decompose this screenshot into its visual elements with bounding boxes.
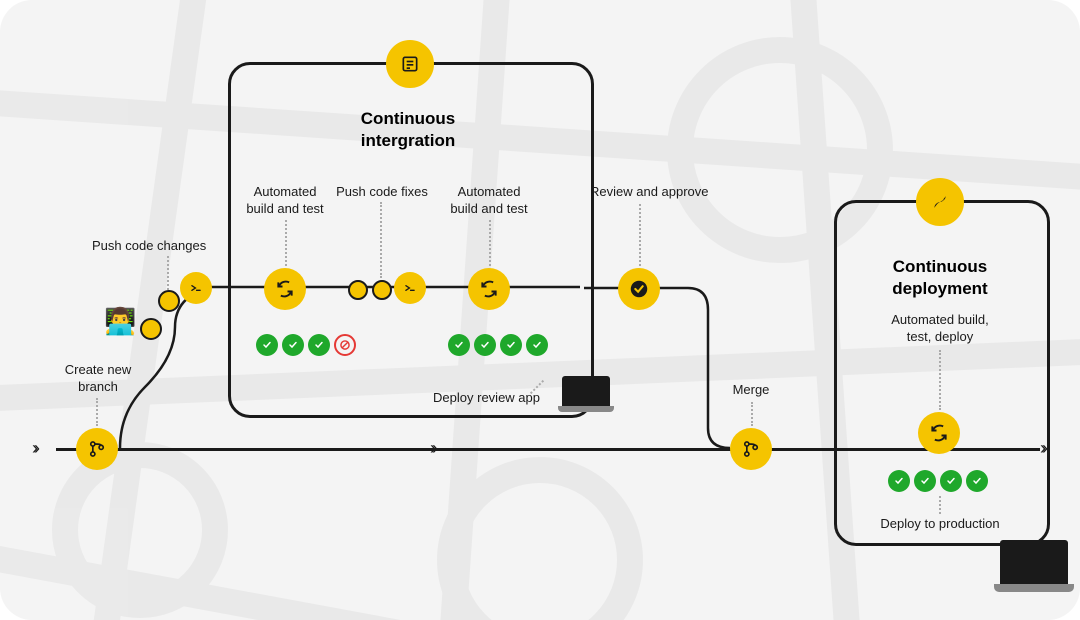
dotted-branch [96,398,98,426]
review-label: Review and approve [590,184,720,201]
create-branch-node [76,428,118,470]
ci-checks-1 [256,334,356,356]
dotted-build2 [489,220,491,266]
push-node [180,272,212,304]
ci-build-1-node [264,268,306,310]
merge-node [730,428,772,470]
merge-label: Merge [726,382,776,399]
dotted-deploy-prod [939,496,941,514]
fix-node-2 [372,280,392,300]
fix-node-1 [348,280,368,300]
cd-build-node [918,412,960,454]
ci-badge-icon [386,40,434,88]
deploy-prod-label: Deploy to production [862,516,1018,533]
ci-build-1-label: Automated build and test [240,184,330,218]
deploy-review-label: Deploy review app [420,390,540,407]
ci-build-2-label: Automated build and test [444,184,534,218]
cd-badge-icon [916,178,964,226]
commit-node-1 [140,318,162,340]
cd-panel [834,200,1050,546]
ci-build-2-node [468,268,510,310]
dotted-push [167,256,169,290]
arrow-start: ›› [32,438,36,459]
commit-node-2 [158,290,180,312]
path-down [584,288,764,452]
fix-push-node [394,272,426,304]
arrow-mid: ›› [430,438,434,459]
developer-icon: 👨‍💻 [104,306,136,337]
dotted-review [639,204,641,266]
laptop-production-icon [994,540,1074,596]
cd-checks [888,470,988,492]
dotted-cd-build [939,350,941,410]
review-node [618,268,660,310]
cd-title: Continuous deployment [860,256,1020,300]
dotted-merge [751,402,753,426]
push-fixes-label: Push code fixes [332,184,432,201]
dotted-fixes [380,202,382,278]
push-changes-label: Push code changes [92,238,232,255]
cd-build-label: Automated build, test, deploy [880,312,1000,346]
dotted-build1 [285,220,287,266]
laptop-review-icon [558,376,614,416]
create-branch-label: Create new branch [58,362,138,396]
ci-checks-2 [448,334,548,356]
ci-title: Continuous intergration [318,108,498,152]
